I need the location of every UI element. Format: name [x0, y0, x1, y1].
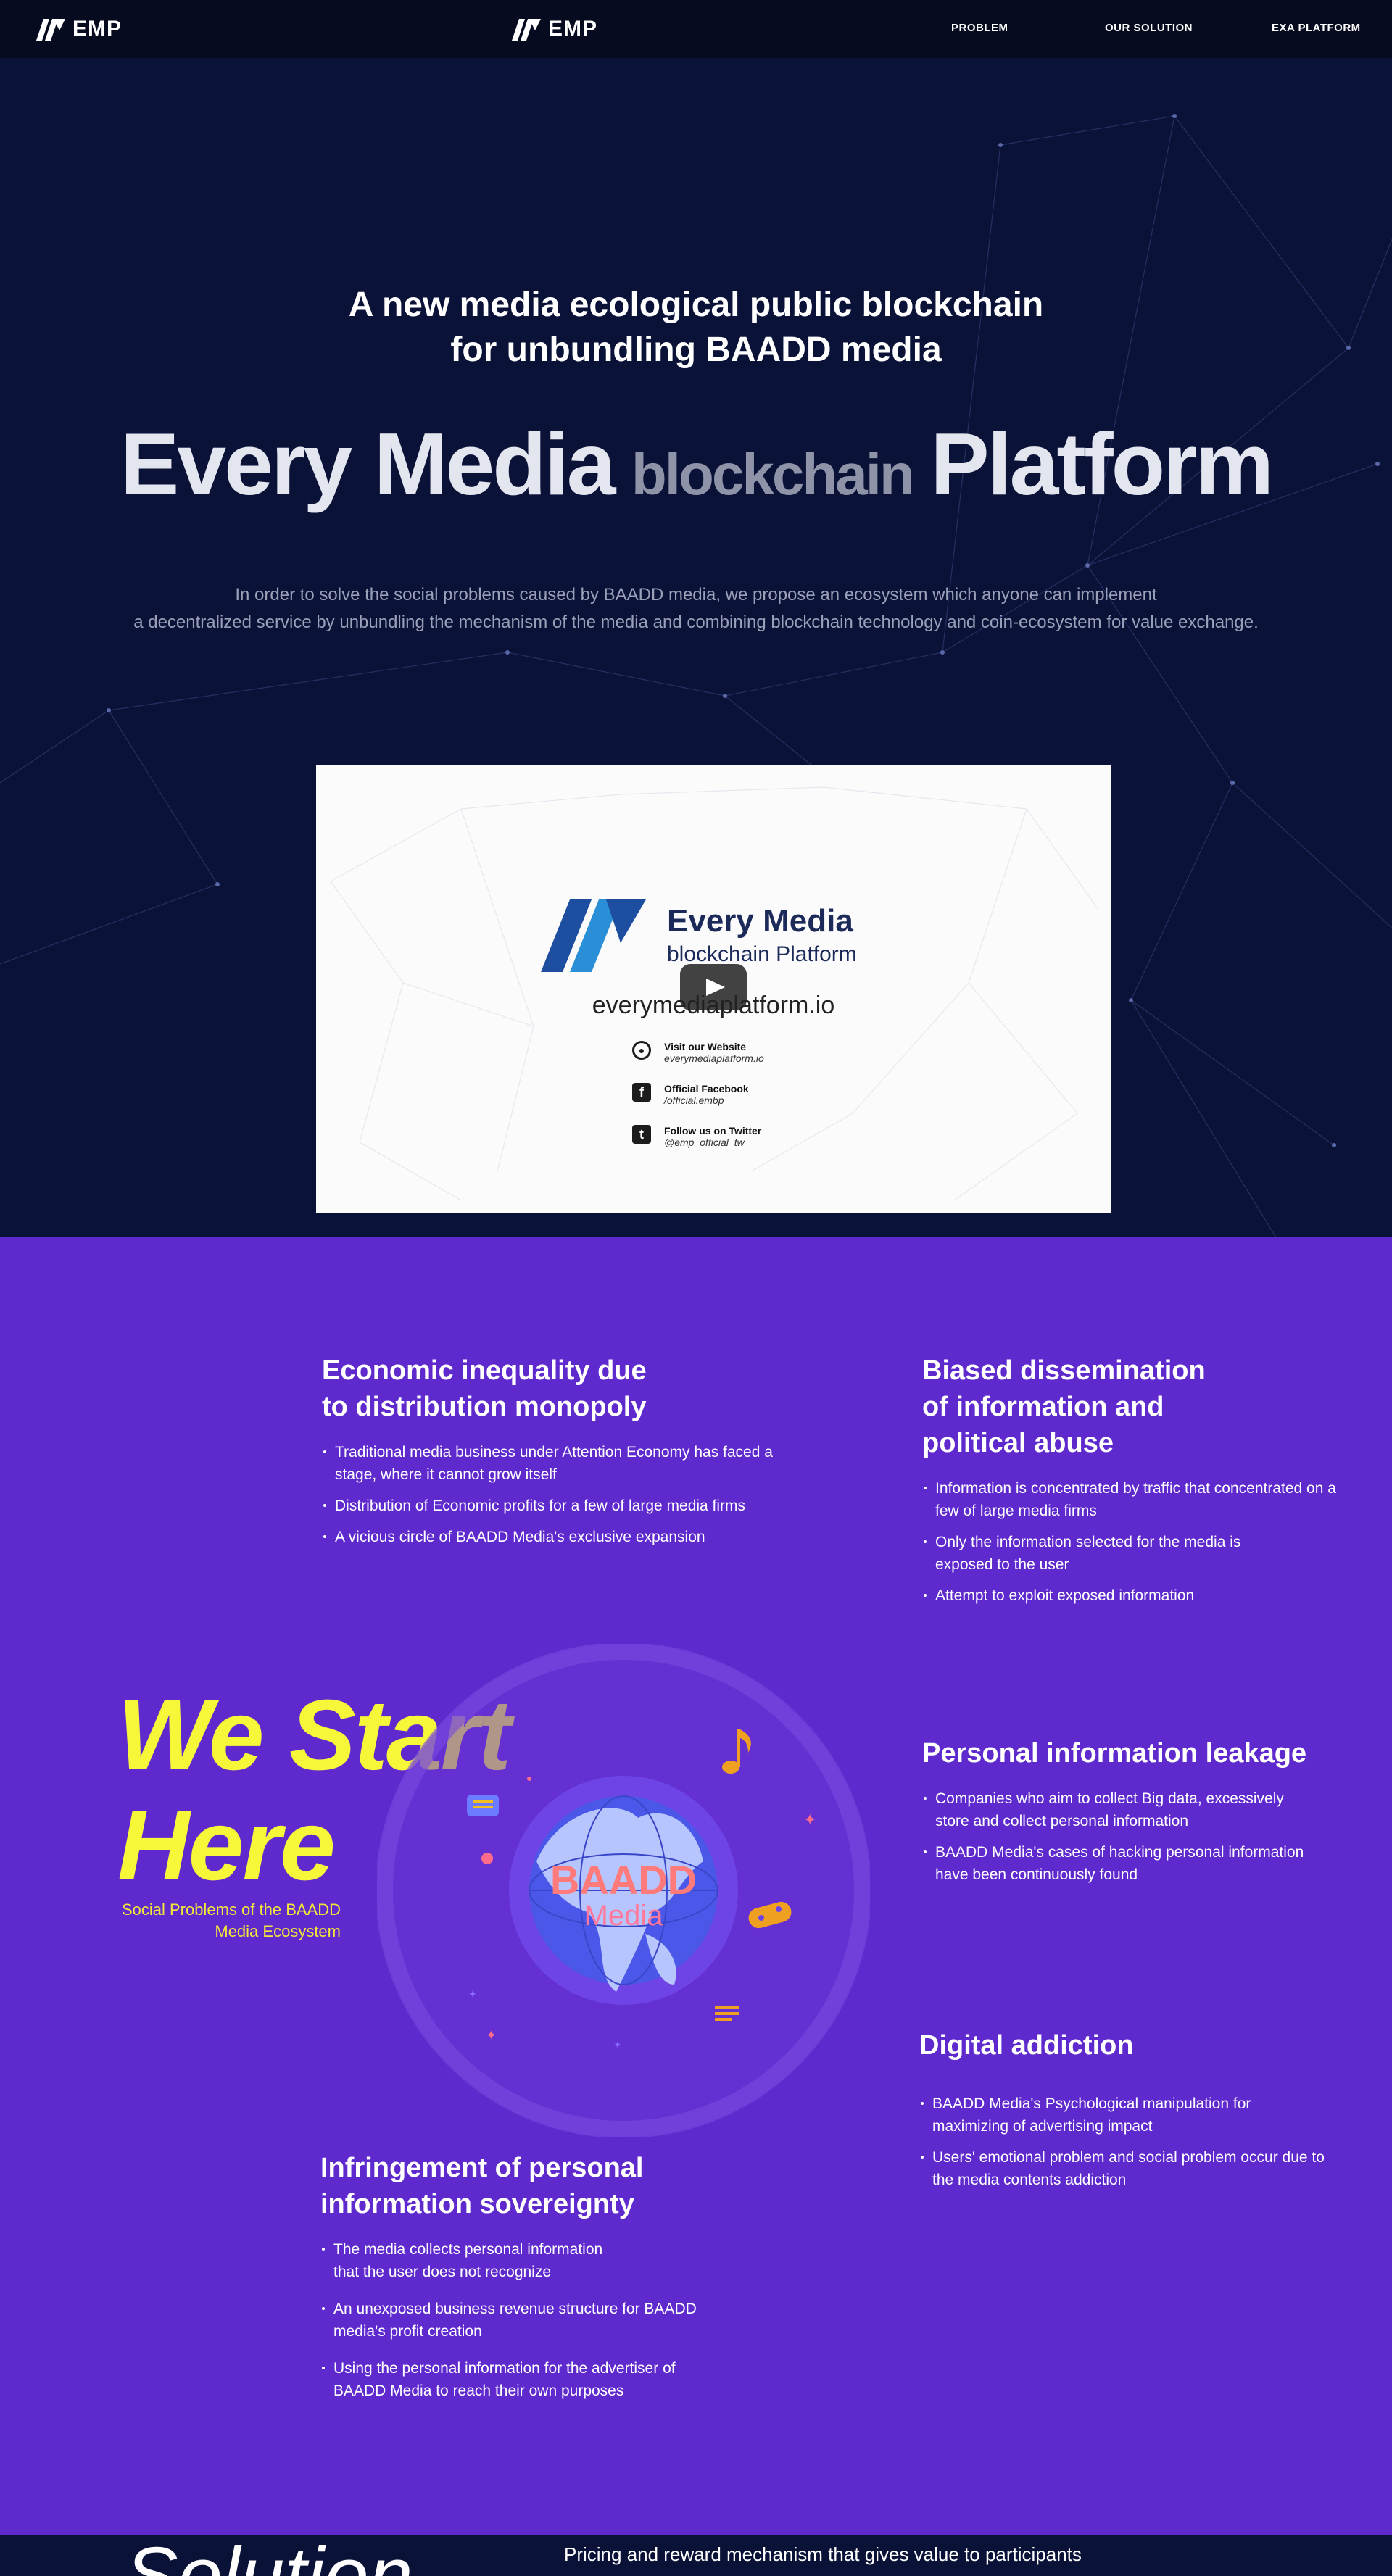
card-title: Infringement of personal information sov…: [320, 2153, 644, 2219]
video-link-facebook: f Official Facebook /official.embp: [632, 1083, 749, 1106]
list-item: Distribution of Economic profits for a f…: [322, 1495, 815, 1517]
list-item: Users' emotional problem and social prob…: [919, 2146, 1340, 2191]
video-player[interactable]: Every Media blockchain Platform everymed…: [316, 765, 1111, 1213]
dot-icon: [481, 1853, 493, 1864]
svg-text:Media: Media: [584, 1900, 664, 1932]
card-title: Personal information leakage: [922, 1738, 1307, 1769]
solution-subtitle: Pricing and reward mechanism that gives …: [564, 2543, 1082, 2565]
list-item: Using the personal information for the a…: [320, 2357, 726, 2402]
card-biased-dissemination: Biased dissemination of information and …: [922, 1353, 1357, 1616]
video-link-value: /official.embp: [664, 1094, 724, 1106]
card-list: Information is concentrated by traffic t…: [922, 1477, 1357, 1607]
video-link-twitter: t Follow us on Twitter @emp_official_tw: [632, 1125, 761, 1148]
hero-headline-line2: for unbundling BAADD media: [450, 331, 942, 369]
hero-headline: A new media ecological public blockchain…: [0, 283, 1392, 373]
card-list: The media collects personal information …: [320, 2238, 755, 2402]
list-item: Traditional media business under Attenti…: [322, 1441, 786, 1486]
card-title: Digital addiction: [919, 2030, 1134, 2061]
video-link-label: Official Facebook: [664, 1083, 749, 1094]
video-title: Every Media: [667, 903, 853, 939]
twitter-icon: t: [632, 1125, 651, 1144]
list-item: BAADD Media's Psychological manipulation…: [919, 2093, 1267, 2137]
svg-text:✦: ✦: [486, 2028, 497, 2043]
list-item: An unexposed business revenue structure …: [320, 2298, 734, 2343]
card-digital-addiction: Digital addiction BAADD Media's Psycholo…: [919, 2027, 1354, 2200]
brand-word-platform: Platform: [930, 415, 1274, 513]
video-link-value: everymediaplatform.io: [664, 1052, 764, 1064]
list-item: Information is concentrated by traffic t…: [922, 1477, 1357, 1522]
hero-headline-line1: A new media ecological public blockchain: [348, 286, 1044, 324]
emp-logo-icon: [512, 19, 541, 41]
video-link-value: @emp_official_tw: [664, 1137, 745, 1148]
facebook-icon: f: [632, 1083, 651, 1102]
nav-exa-platform[interactable]: EXA PLATFORM: [1272, 22, 1361, 34]
solution-title: Solution: [125, 2536, 413, 2576]
svg-text:✦: ✦: [803, 1811, 816, 1829]
brand-title: Every Media blockchain Platform: [0, 413, 1392, 515]
brand-word-every: Every: [120, 415, 352, 513]
hero-description: In order to solve the social problems ca…: [0, 581, 1392, 636]
solution-section: Solution Pricing and reward mechanism th…: [0, 2535, 1392, 2576]
list-item: Companies who aim to collect Big data, e…: [922, 1787, 1299, 1832]
chat-bubble-icon: [467, 1795, 499, 1816]
brand-word-blockchain: blockchain: [631, 442, 915, 507]
list-item: The media collects personal information …: [320, 2238, 625, 2283]
hero-section: A new media ecological public blockchain…: [0, 58, 1392, 1237]
list-item: Attempt to exploit exposed information: [922, 1584, 1357, 1607]
video-link-website: ● Visit our Website everymediaplatform.i…: [632, 1041, 764, 1064]
globe-icon: BAADD Media ✦ ✦ ✦ ✦: [376, 1642, 871, 2138]
logo-text: EMP: [548, 17, 598, 41]
we-start-here-subtitle: Social Problems of the BAADD Media Ecosy…: [121, 1900, 341, 1940]
top-navbar: EMP EMP PROBLEM OUR SOLUTION EXA PLATFOR…: [0, 0, 1392, 58]
list-item: Only the information selected for the me…: [922, 1531, 1270, 1576]
logo-left[interactable]: EMP: [35, 16, 122, 42]
video-link-label: Visit our Website: [664, 1041, 747, 1052]
video-emp-logo-icon: [541, 899, 646, 972]
hero-description-line1: In order to solve the social problems ca…: [235, 585, 1157, 604]
card-economic-inequality: Economic inequality due to distribution …: [322, 1353, 815, 1557]
card-title: Biased dissemination of information and …: [922, 1355, 1206, 1458]
logo-text: EMP: [72, 17, 123, 41]
emp-logo-icon: [36, 19, 65, 41]
svg-text:✦: ✦: [613, 2040, 622, 2051]
globe-icon: ●: [632, 1041, 651, 1060]
nav-problem[interactable]: PROBLEM: [951, 22, 1008, 34]
card-list: Companies who aim to collect Big data, e…: [922, 1787, 1357, 1886]
nav-our-solution[interactable]: OUR SOLUTION: [1105, 22, 1193, 34]
video-subtitle: blockchain Platform: [667, 942, 857, 966]
svg-text:BAADD: BAADD: [550, 1857, 697, 1903]
baadd-globe-illustration: BAADD Media ✦ ✦ ✦ ✦: [376, 1642, 871, 2138]
card-list: Traditional media business under Attenti…: [322, 1441, 815, 1548]
list-item: BAADD Media's cases of hacking personal …: [922, 1841, 1328, 1886]
card-list: BAADD Media's Psychological manipulation…: [919, 2093, 1354, 2191]
hero-description-line2: a decentralized service by unbundling th…: [133, 612, 1259, 632]
video-link-label: Follow us on Twitter: [664, 1125, 762, 1137]
play-button[interactable]: [680, 964, 747, 1010]
card-personal-info-leakage: Personal information leakage Companies w…: [922, 1735, 1357, 1895]
logo-center[interactable]: EMP: [510, 16, 597, 42]
list-item: A vicious circle of BAADD Media's exclus…: [322, 1526, 815, 1548]
brand-word-media: Media: [373, 415, 616, 513]
svg-text:✦: ✦: [468, 1989, 477, 2000]
card-infringement-sovereignty: Infringement of personal information sov…: [320, 2150, 755, 2411]
card-title: Economic inequality due to distribution …: [322, 1355, 647, 1422]
